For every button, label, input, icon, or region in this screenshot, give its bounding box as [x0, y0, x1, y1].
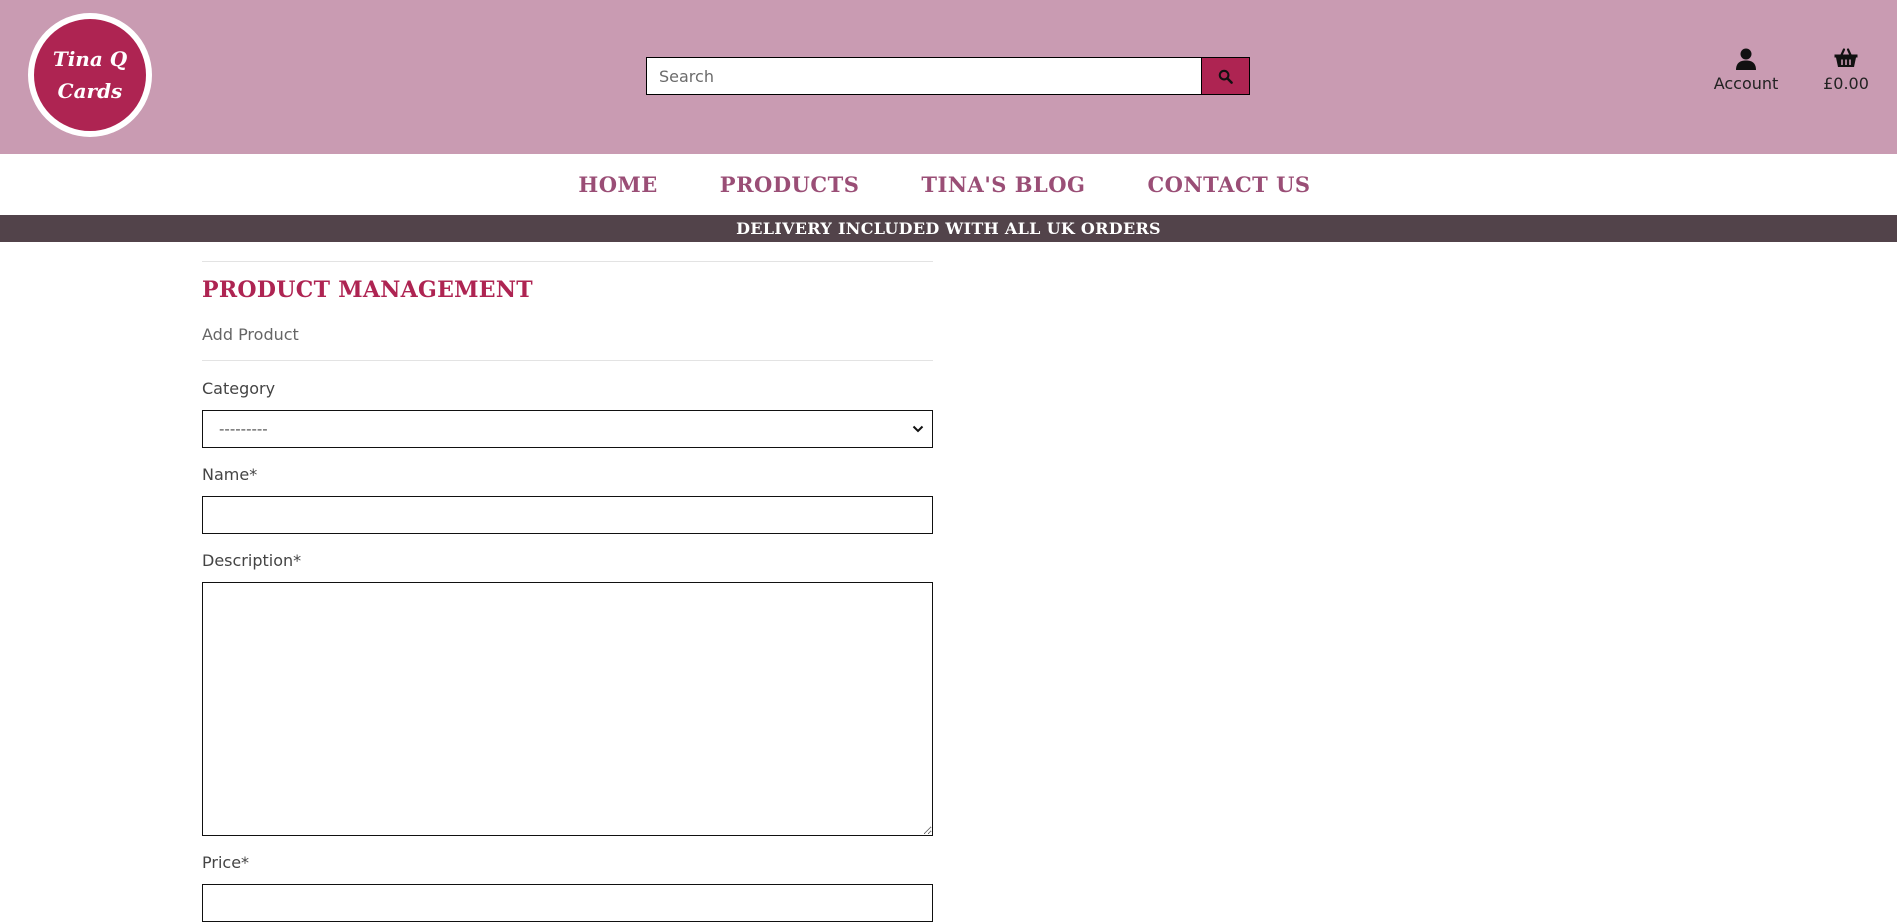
account-link[interactable]: Account	[1706, 48, 1786, 93]
cart-link[interactable]: £0.00	[1818, 48, 1874, 93]
top-header: Tina Q Cards Account	[0, 0, 1897, 154]
cart-total: £0.00	[1823, 74, 1869, 93]
category-select[interactable]: ---------	[202, 410, 933, 448]
category-label: Category	[202, 379, 276, 398]
description-textarea[interactable]	[202, 582, 933, 836]
account-label: Account	[1713, 74, 1779, 93]
logo-badge: Tina Q Cards	[32, 17, 148, 133]
page-subtitle: Add Product	[202, 325, 299, 344]
description-label: Description*	[202, 551, 302, 570]
search-icon	[1218, 69, 1233, 84]
user-icon	[1736, 48, 1756, 70]
search-button[interactable]	[1201, 57, 1250, 95]
main-nav: HOME PRODUCTS TINA'S BLOG CONTACT US	[0, 154, 1897, 215]
divider-form	[202, 360, 933, 361]
search-form	[646, 57, 1250, 95]
nav-home[interactable]: HOME	[578, 172, 657, 197]
chevron-down-icon	[912, 425, 924, 433]
divider-top	[202, 261, 933, 262]
category-selected-value: ---------	[219, 420, 268, 438]
price-label: Price*	[202, 853, 250, 872]
nav-blog[interactable]: TINA'S BLOG	[921, 172, 1085, 197]
name-input[interactable]	[202, 496, 933, 534]
delivery-banner: DELIVERY INCLUDED WITH ALL UK ORDERS	[0, 215, 1897, 242]
logo-line-1: Tina Q	[52, 47, 128, 71]
name-label: Name*	[202, 465, 258, 484]
basket-icon	[1834, 48, 1858, 67]
logo[interactable]: Tina Q Cards	[28, 13, 152, 137]
nav-products[interactable]: PRODUCTS	[720, 172, 860, 197]
search-input[interactable]	[646, 57, 1202, 95]
nav-contact[interactable]: CONTACT US	[1147, 172, 1310, 197]
page-title: PRODUCT MANAGEMENT	[202, 277, 533, 303]
logo-line-2: Cards	[57, 79, 123, 103]
price-input[interactable]	[202, 884, 933, 922]
